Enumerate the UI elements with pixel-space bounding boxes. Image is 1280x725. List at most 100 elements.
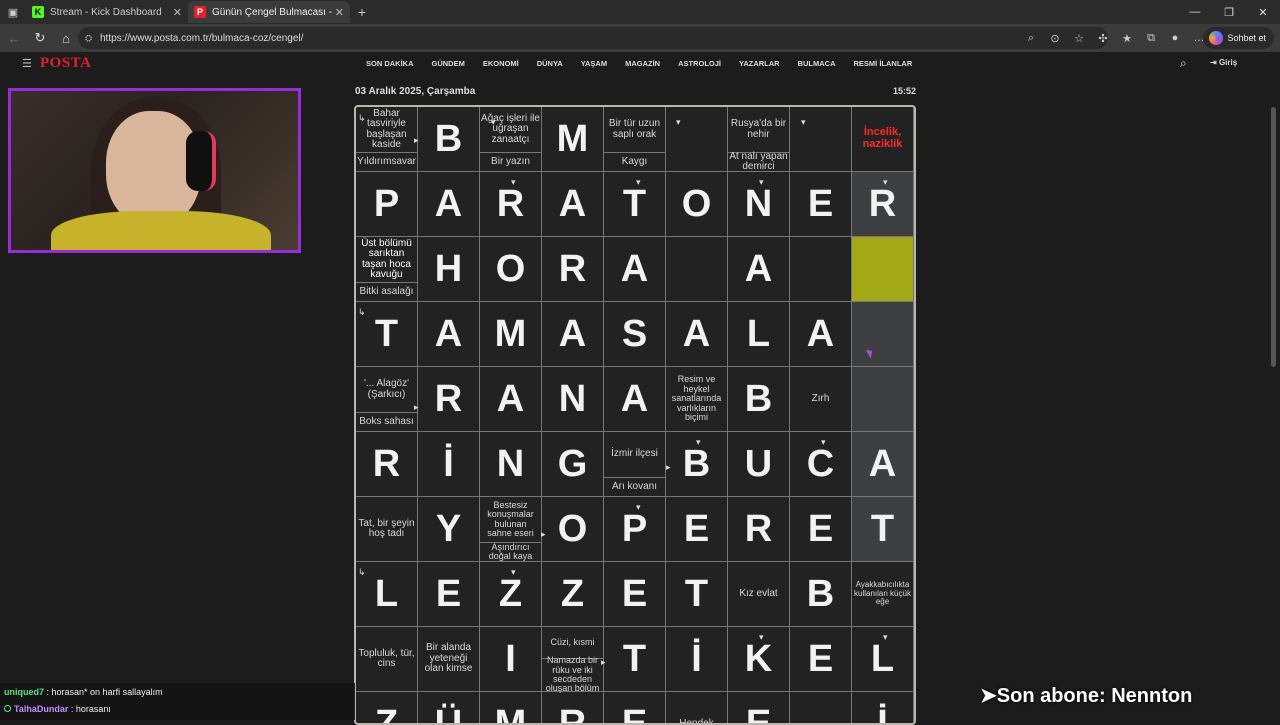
new-tab-icon[interactable]: + [350, 4, 374, 20]
grid-letter-cell[interactable]: U [728, 432, 790, 497]
nav-item[interactable]: ASTROLOJİ [678, 59, 721, 68]
close-tab-icon[interactable]: ✕ [173, 6, 182, 19]
grid-letter-cell[interactable]: N [480, 432, 542, 497]
grid-letter-cell[interactable]: I [480, 627, 542, 692]
grid-letter-cell[interactable]: İ [666, 627, 728, 692]
grid-letter-cell[interactable]: Z [356, 692, 418, 725]
nav-item[interactable]: DÜNYA [537, 59, 563, 68]
grid-letter-cell[interactable]: A [728, 237, 790, 302]
grid-letter-cell[interactable]: R [418, 367, 480, 432]
tab-posta-cengel[interactable]: P Günün Çengel Bulmacası - Bugün ✕ [188, 1, 350, 23]
page-scrollbar[interactable] [1268, 52, 1280, 720]
grid-empty-cell[interactable] [790, 237, 852, 302]
grid-letter-cell[interactable]: P [604, 497, 666, 562]
grid-letter-cell[interactable]: B [418, 107, 480, 172]
grid-empty-cell[interactable] [790, 107, 852, 172]
grid-letter-cell[interactable]: T [604, 627, 666, 692]
grid-letter: E [746, 703, 771, 725]
grid-letter-cell[interactable]: G [542, 432, 604, 497]
grid-empty-cell[interactable] [852, 237, 914, 302]
grid-letter-cell[interactable]: H [418, 237, 480, 302]
nav-item[interactable]: RESMİ İLANLAR [854, 59, 913, 68]
reader-icon[interactable]: ⊙ [1044, 28, 1066, 48]
scrollbar-thumb[interactable] [1271, 107, 1276, 367]
grid-letter-cell[interactable]: E [790, 627, 852, 692]
nav-item[interactable]: EKONOMİ [483, 59, 519, 68]
login-link[interactable]: ⇥ Giriş [1210, 58, 1237, 67]
nav-item[interactable]: MAGAZİN [625, 59, 660, 68]
grid-letter-cell[interactable]: E [604, 692, 666, 725]
grid-letter-cell[interactable]: T [604, 172, 666, 237]
grid-letter-cell[interactable]: M [480, 302, 542, 367]
grid-letter-cell[interactable]: M [480, 692, 542, 725]
grid-letter-cell[interactable]: O [666, 172, 728, 237]
nav-item[interactable]: BULMACA [798, 59, 836, 68]
grid-letter-cell[interactable]: İ [418, 432, 480, 497]
grid-letter-cell[interactable]: M [542, 107, 604, 172]
grid-letter-cell[interactable]: B [790, 562, 852, 627]
minimize-icon[interactable]: — [1178, 0, 1212, 24]
copilot-chat-button[interactable]: Sohbet et [1203, 27, 1274, 49]
tab-kick-dashboard[interactable]: K Stream - Kick Dashboard ✕ [26, 1, 188, 23]
tab-actions-icon[interactable]: ▣ [0, 6, 26, 19]
grid-letter-cell[interactable]: O [480, 237, 542, 302]
grid-letter-cell[interactable]: A [418, 172, 480, 237]
grid-letter-cell[interactable]: O [542, 497, 604, 562]
grid-empty-cell[interactable] [852, 367, 914, 432]
grid-letter-cell[interactable]: T [666, 562, 728, 627]
grid-letter-cell[interactable]: A [604, 367, 666, 432]
zoom-icon[interactable]: ⌕ [1020, 28, 1042, 48]
extensions-icon[interactable]: ✣ [1092, 28, 1114, 48]
grid-letter-cell[interactable]: E [790, 497, 852, 562]
grid-empty-cell[interactable] [790, 692, 852, 725]
grid-letter-cell[interactable]: A [666, 302, 728, 367]
grid-letter-cell[interactable]: L [728, 302, 790, 367]
favorite-star-icon[interactable]: ☆ [1068, 28, 1090, 48]
grid-letter-cell[interactable]: E [418, 562, 480, 627]
grid-letter-cell[interactable]: İ [852, 692, 914, 725]
grid-letter-cell[interactable]: R [542, 237, 604, 302]
back-icon[interactable]: ← [2, 26, 26, 50]
grid-empty-cell[interactable] [666, 237, 728, 302]
grid-letter-cell[interactable]: A [790, 302, 852, 367]
grid-letter-cell[interactable]: R [356, 432, 418, 497]
grid-letter-cell[interactable]: R [728, 497, 790, 562]
url-bar[interactable]: ⛭ https://www.posta.com.tr/bulmaca-coz/c… [78, 27, 1108, 49]
search-icon[interactable]: ⌕ [1180, 56, 1187, 71]
grid-letter-cell[interactable]: Y [418, 497, 480, 562]
grid-letter-cell[interactable]: T [852, 497, 914, 562]
grid-letter-cell[interactable]: A [852, 432, 914, 497]
hamburger-menu-icon[interactable]: ☰ [22, 57, 32, 70]
nav-item[interactable]: YAZARLAR [739, 59, 780, 68]
profile-avatar-icon[interactable]: ● [1164, 28, 1186, 48]
favorites-icon[interactable]: ★ [1116, 28, 1138, 48]
grid-letter-cell[interactable]: E [666, 497, 728, 562]
posta-logo[interactable]: POSTA [40, 55, 91, 72]
nav-item[interactable]: SON DAKİKA [366, 59, 414, 68]
grid-letter-cell[interactable]: A [542, 172, 604, 237]
grid-letter-cell[interactable]: E [790, 172, 852, 237]
restore-icon[interactable]: ❐ [1212, 0, 1246, 24]
grid-letter-cell[interactable]: Z [542, 562, 604, 627]
home-icon[interactable]: ⌂ [54, 26, 78, 50]
nav-item[interactable]: GÜNDEM [432, 59, 465, 68]
close-window-icon[interactable]: ✕ [1246, 0, 1280, 24]
grid-letter-cell[interactable]: B [728, 367, 790, 432]
nav-item[interactable]: YAŞAM [581, 59, 607, 68]
grid-letter-cell[interactable]: P [356, 172, 418, 237]
grid-empty-cell[interactable] [852, 302, 914, 367]
grid-letter-cell[interactable]: E [728, 692, 790, 725]
grid-letter-cell[interactable]: E [604, 562, 666, 627]
grid-letter-cell[interactable]: S [604, 302, 666, 367]
grid-letter-cell[interactable]: A [604, 237, 666, 302]
grid-letter-cell[interactable]: A [542, 302, 604, 367]
site-info-icon[interactable]: ⛭ [85, 33, 92, 44]
reload-icon[interactable]: ↻ [28, 26, 52, 50]
collections-icon[interactable]: ⧉ [1140, 28, 1162, 48]
grid-letter-cell[interactable]: A [418, 302, 480, 367]
grid-letter-cell[interactable]: R [542, 692, 604, 725]
grid-letter-cell[interactable]: Ü [418, 692, 480, 725]
grid-letter-cell[interactable]: A [480, 367, 542, 432]
grid-letter-cell[interactable]: N [542, 367, 604, 432]
close-tab-icon[interactable]: ✕ [335, 6, 344, 19]
